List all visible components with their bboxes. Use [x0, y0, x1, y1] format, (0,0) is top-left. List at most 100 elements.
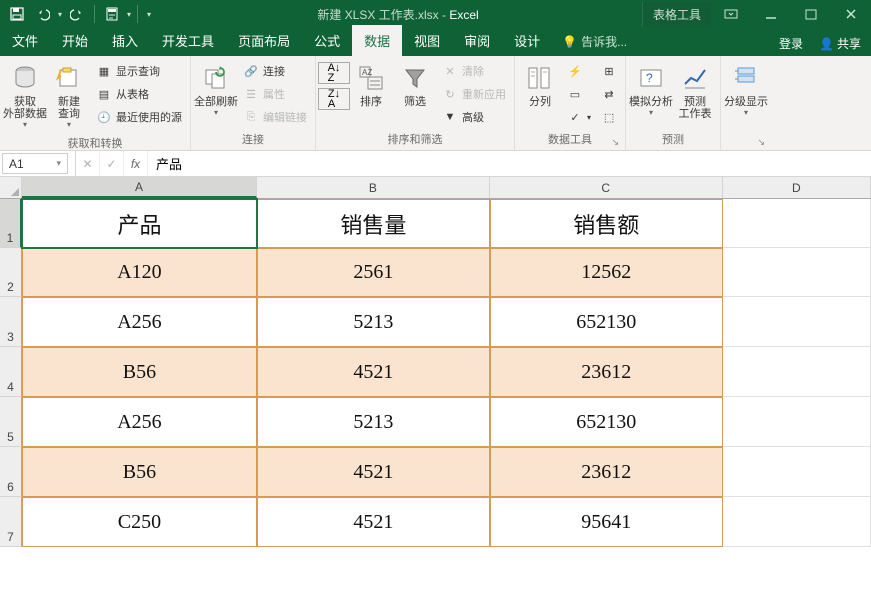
data-model-button[interactable]: ⬚	[597, 106, 621, 128]
dup-icon: ▭	[567, 86, 583, 102]
tab-insert[interactable]: 插入	[100, 25, 150, 56]
cell-A5[interactable]: A256	[22, 397, 257, 447]
calc-icon[interactable]	[101, 3, 123, 25]
sort-asc-button[interactable]: A↓Z Z↓A	[320, 58, 348, 114]
grid-icon: ▦	[96, 63, 112, 79]
sort-dialog-icon: AZ	[355, 62, 387, 94]
minimize-icon[interactable]	[751, 0, 791, 28]
tab-review[interactable]: 审阅	[452, 25, 502, 56]
row-header-5[interactable]: 5	[0, 397, 22, 447]
data-validation-button[interactable]: ✓▾	[563, 106, 595, 128]
undo-icon[interactable]	[32, 3, 54, 25]
tab-formulas[interactable]: 公式	[302, 25, 352, 56]
tab-data[interactable]: 数据	[352, 25, 402, 56]
maximize-icon[interactable]	[791, 0, 831, 28]
formula-input[interactable]: 产品	[148, 151, 871, 176]
cell-A3[interactable]: A256	[22, 297, 257, 347]
ribbon-options-icon[interactable]	[711, 0, 751, 28]
save-icon[interactable]	[6, 3, 28, 25]
qat-customize-icon[interactable]: ▾	[144, 10, 154, 19]
row-header-7[interactable]: 7	[0, 497, 22, 547]
tab-home[interactable]: 开始	[50, 25, 100, 56]
whatif-button[interactable]: ? 模拟分析 ▾	[630, 58, 672, 121]
column-header-C[interactable]: C	[490, 177, 723, 198]
name-box[interactable]: A1▾	[2, 153, 68, 174]
group-label-data-tools: 数据工具↘	[519, 129, 621, 150]
row-header-2[interactable]: 2	[0, 248, 22, 297]
cell-A2[interactable]: A120	[22, 248, 257, 297]
edit-link-icon: ⎘	[243, 109, 259, 125]
share-button[interactable]: 👤共享	[813, 31, 867, 56]
cell-B2[interactable]: 2561	[257, 248, 490, 297]
cell-C7[interactable]: 95641	[490, 497, 723, 547]
row-header-3[interactable]: 3	[0, 297, 22, 347]
flash-fill-button[interactable]: ⚡	[563, 60, 595, 82]
from-table-button[interactable]: ▤从表格	[92, 83, 186, 105]
cell-C2[interactable]: 12562	[490, 248, 723, 297]
row-header-4[interactable]: 4	[0, 347, 22, 397]
cell-A4[interactable]: B56	[22, 347, 257, 397]
cell-C3[interactable]: 652130	[490, 297, 723, 347]
cell-C5[interactable]: 652130	[490, 397, 723, 447]
cell-A7[interactable]: C250	[22, 497, 257, 547]
row-header-6[interactable]: 6	[0, 447, 22, 497]
forecast-button[interactable]: 预测工作表	[674, 58, 716, 124]
advanced-filter-button[interactable]: ▼高级	[438, 106, 510, 128]
cell-D4[interactable]	[723, 347, 871, 397]
dialog-launcher-icon[interactable]: ↘	[611, 137, 619, 148]
link-icon: 🔗	[243, 63, 259, 79]
sort-button[interactable]: AZ 排序	[350, 58, 392, 112]
cell-C4[interactable]: 23612	[490, 347, 723, 397]
cell-B1[interactable]: 销售量	[257, 199, 490, 248]
cell-D7[interactable]	[723, 497, 871, 547]
worksheet-grid[interactable]: ABCD 1234567 产品销售量销售额 A120256112562 A25652…	[0, 177, 871, 613]
cell-A6[interactable]: B56	[22, 447, 257, 497]
redo-icon[interactable]	[66, 3, 88, 25]
connections-button[interactable]: 🔗连接	[239, 60, 311, 82]
select-all-corner[interactable]	[0, 177, 22, 199]
cell-B3[interactable]: 5213	[257, 297, 490, 347]
outline-button[interactable]: 分级显示 ▾	[725, 58, 767, 121]
lightbulb-icon: 💡	[562, 35, 577, 49]
group-label-forecast: 预测	[630, 129, 716, 150]
column-header-D[interactable]: D	[723, 177, 871, 198]
filter-button[interactable]: 筛选	[394, 58, 436, 112]
column-header-B[interactable]: B	[257, 177, 490, 198]
fx-icon[interactable]: fx	[124, 151, 148, 176]
consolidate-button[interactable]: ⊞	[597, 60, 621, 82]
login-button[interactable]: 登录	[773, 31, 809, 56]
cell-D6[interactable]	[723, 447, 871, 497]
contextual-tab-label: 表格工具	[642, 2, 711, 27]
cell-D5[interactable]	[723, 397, 871, 447]
cell-A1[interactable]: 产品	[22, 199, 257, 248]
edit-links-button: ⎘编辑链接	[239, 106, 311, 128]
cell-C6[interactable]: 23612	[490, 447, 723, 497]
cell-D2[interactable]	[723, 248, 871, 297]
show-queries-button[interactable]: ▦显示查询	[92, 60, 186, 82]
close-icon[interactable]	[831, 0, 871, 28]
tab-layout[interactable]: 页面布局	[226, 25, 302, 56]
tab-design[interactable]: 设计	[502, 25, 552, 56]
recent-sources-button[interactable]: 🕘最近使用的源	[92, 106, 186, 128]
refresh-all-button[interactable]: 全部刷新 ▾	[195, 58, 237, 121]
cell-B7[interactable]: 4521	[257, 497, 490, 547]
column-header-A[interactable]: A	[22, 177, 257, 198]
tab-file[interactable]: 文件	[0, 25, 50, 56]
tell-me-search[interactable]: 💡 告诉我...	[552, 27, 637, 56]
new-query-button[interactable]: 新建查询 ▾	[48, 58, 90, 133]
cell-B6[interactable]: 4521	[257, 447, 490, 497]
remove-dup-button[interactable]: ▭	[563, 83, 595, 105]
tab-dev[interactable]: 开发工具	[150, 25, 226, 56]
cell-C1[interactable]: 销售额	[490, 199, 723, 248]
relationships-button[interactable]: ⇄	[597, 83, 621, 105]
text-to-columns-button[interactable]: 分列	[519, 58, 561, 112]
get-external-data-button[interactable]: 获取外部数据 ▾	[4, 58, 46, 133]
row-header-1[interactable]: 1	[0, 199, 22, 248]
cell-D1[interactable]	[723, 199, 871, 248]
cell-B4[interactable]: 4521	[257, 347, 490, 397]
dialog-launcher-icon[interactable]: ↘	[757, 137, 765, 148]
ribbon-tabs: 文件 开始 插入 开发工具 页面布局 公式 数据 视图 审阅 设计 💡 告诉我.…	[0, 28, 871, 56]
cell-D3[interactable]	[723, 297, 871, 347]
tab-view[interactable]: 视图	[402, 25, 452, 56]
cell-B5[interactable]: 5213	[257, 397, 490, 447]
